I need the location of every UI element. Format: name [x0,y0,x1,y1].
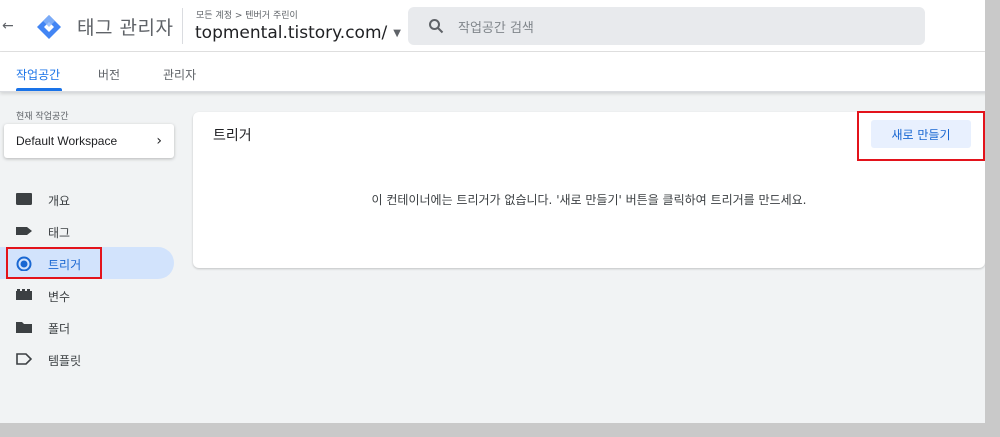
sidebar-item-label: 템플릿 [48,354,82,368]
container-selector[interactable]: topmental.tistory.com/ ▼ [195,23,401,43]
sidebar-item-label: 개요 [48,194,71,208]
tag-icon [16,227,32,235]
current-workspace-label: 현재 작업공간 [16,112,69,122]
annotation-highlight-box [857,111,985,161]
tab-bar: 작업공간 버전 관리자 [0,52,1000,92]
sidebar-item-variables[interactable]: 변수 [0,279,174,311]
search-placeholder: 작업공간 검색 [458,20,534,36]
tab-workspace[interactable]: 작업공간 [16,66,60,83]
workspace-name: Default Workspace [16,134,118,148]
sidebar-item-tags[interactable]: 태그 [0,215,174,247]
arrow-left-icon[interactable]: ← [2,18,16,34]
tab-versions[interactable]: 버전 [98,66,120,83]
template-icon [16,353,32,365]
chevron-right-icon: › [156,133,162,149]
active-tab-indicator [16,88,62,91]
tab-admin[interactable]: 관리자 [163,66,196,83]
sidebar-item-label: 변수 [48,290,71,304]
search-icon [429,19,444,34]
sidebar-item-templates[interactable]: 템플릿 [0,343,174,375]
card-title: 트리거 [213,128,252,144]
sidebar-item-overview[interactable]: 개요 [0,183,174,215]
empty-state-message: 이 컨테이너에는 트리거가 없습니다. '새로 만들기' 버튼을 클릭하여 트리… [371,193,807,207]
caret-down-icon: ▼ [393,27,401,39]
folder-icon [16,322,32,333]
annotation-highlight-box [6,247,102,279]
sidebar-item-label: 폴더 [48,322,71,336]
workspace-selector[interactable]: Default Workspace › [4,124,174,158]
gtm-logo-icon[interactable] [36,14,62,40]
container-name: topmental.tistory.com/ [195,23,388,43]
sidebar-item-label: 태그 [48,226,71,240]
screenshot-frame-bottom [0,423,1000,437]
overview-folder-icon [16,193,32,205]
sidebar-item-folders[interactable]: 폴더 [0,311,174,343]
variables-icon [16,289,32,300]
screenshot-frame-right [985,0,1000,437]
tag-manager-app: ← 태그 관리자 모든 계정 > 텐버거 주린이 topmental.tisto… [0,0,1000,423]
app-title: 태그 관리자 [77,17,174,39]
